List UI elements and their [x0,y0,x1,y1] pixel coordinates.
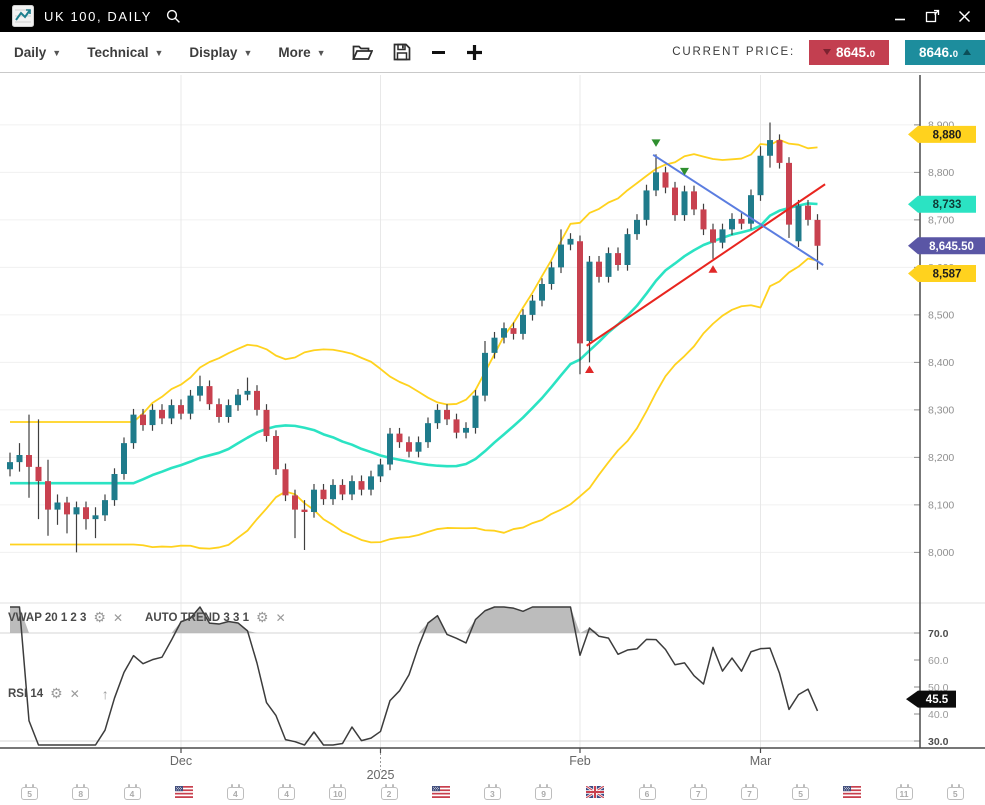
chevron-down-icon: ▼ [52,48,61,58]
menu-timeframe[interactable]: Daily ▼ [14,45,61,60]
calendar-event-icon[interactable]: 10 [329,787,346,800]
close-button[interactable] [955,7,973,25]
rsi-tick-label: 30.0 [928,736,949,748]
price-down-arrow-icon [823,49,831,55]
svg-text:8,880: 8,880 [933,129,962,141]
zoom-out-icon[interactable] [431,45,446,60]
calendar-event-icon[interactable]: 5 [792,787,809,800]
minimize-button[interactable] [891,7,909,25]
sell-signal-icon [652,139,661,147]
svg-text:45.5: 45.5 [926,694,949,706]
calendar-event-icon[interactable]: 7 [690,787,707,800]
chart-area[interactable]: 8,9008,8008,7008,6008,5008,4008,3008,200… [0,73,985,805]
axis-badge: 8,880 [908,126,976,143]
price-tick-label: 8,400 [928,357,954,369]
calendar-event-icon[interactable]: 4 [227,787,244,800]
auto-trend-settings-gear-icon[interactable]: ⚙ [256,609,269,626]
price-tick-label: 8,500 [928,310,954,322]
calendar-event-icon[interactable]: 5 [21,787,38,800]
calendar-event-icon[interactable]: 2 [381,787,398,800]
us-flag-icon [843,786,861,798]
price-tick-label: 8,700 [928,215,954,227]
candlesticks [7,123,821,553]
auto-trend-indicator-label: AUTO TREND 3 3 1 [145,612,249,624]
price-tick-label: 8,800 [928,167,954,179]
time-axis-label: Feb [569,754,591,768]
axis-badge: 8,733 [908,196,976,213]
rsi-tick-label: 60.0 [928,655,949,667]
calendar-event-icon[interactable]: 8 [72,787,89,800]
rsi-legend-row: RSI 14 ⚙ ✕ ↑ [8,685,109,702]
vwap-indicator-label: VWAP 20 1 2 3 [8,612,86,624]
popout-window-button[interactable] [923,7,941,25]
axis-badge: 8,645.50 [908,237,985,254]
menu-more-label: More [278,45,310,60]
instrument-title: UK 100, DAILY [44,9,152,24]
title-bar: UK 100, DAILY [0,0,985,32]
price-tick-label: 8,000 [928,547,954,559]
vwap-remove-icon[interactable]: ✕ [113,611,123,625]
axis-badge: 45.5 [906,691,956,708]
time-axis-label: Dec [170,754,192,768]
menu-display[interactable]: Display ▼ [189,45,252,60]
us-flag-event-icon[interactable] [175,785,193,803]
uk-flag-event-icon[interactable] [586,785,604,803]
chevron-down-icon: ▼ [243,48,252,58]
economic-events-row: 5 8 4 4 4 10 2 3 9 6 7 7 5 11 5 [0,782,985,805]
sell-signal-icon [680,168,689,176]
calendar-event-icon[interactable]: 7 [741,787,758,800]
rsi-settings-gear-icon[interactable]: ⚙ [50,685,63,702]
chevron-down-icon: ▼ [154,48,163,58]
svg-text:8,587: 8,587 [933,269,962,281]
svg-text:8,733: 8,733 [933,199,962,211]
menu-technical-label: Technical [87,45,148,60]
menu-timeframe-label: Daily [14,45,46,60]
svg-text:8,645.50: 8,645.50 [929,241,974,253]
calendar-event-icon[interactable]: 5 [947,787,964,800]
rsi-remove-icon[interactable]: ✕ [70,687,80,701]
price-up-arrow-icon [963,49,971,55]
price-tick-label: 8,300 [928,405,954,417]
price-tick-label: 8,100 [928,500,954,512]
menu-technical[interactable]: Technical ▼ [87,45,163,60]
app-logo-chart-icon [12,5,34,27]
rsi-move-up-icon[interactable]: ↑ [102,686,109,702]
auto-trend-remove-icon[interactable]: ✕ [276,611,286,625]
rsi-tick-label: 40.0 [928,709,949,721]
time-axis-label: 2025 [367,768,395,782]
buy-signal-icon [709,265,718,273]
time-axis-label: Mar [750,754,772,768]
price-tick-label: 8,200 [928,452,954,464]
search-icon[interactable] [166,9,181,24]
rsi-indicator-label: RSI 14 [8,688,43,700]
uk-flag-icon [586,786,604,798]
calendar-event-icon[interactable]: 11 [896,787,913,800]
buy-signal-icon [585,366,594,374]
sell-price-button[interactable]: 8645.0 [809,40,889,65]
save-icon[interactable] [393,43,411,61]
menu-more[interactable]: More ▼ [278,45,325,60]
calendar-event-icon[interactable]: 4 [124,787,141,800]
chart-toolbar: Daily ▼ Technical ▼ Display ▼ More ▼ [0,32,985,73]
calendar-event-icon[interactable]: 6 [639,787,656,800]
buy-price-button[interactable]: 8646.0 [905,40,985,65]
calendar-event-icon[interactable]: 9 [535,787,552,800]
us-flag-event-icon[interactable] [432,785,450,803]
calendar-event-icon[interactable]: 4 [278,787,295,800]
open-folder-icon[interactable] [352,44,373,61]
menu-display-label: Display [189,45,237,60]
chevron-down-icon: ▼ [317,48,326,58]
current-price-label: CURRENT PRICE: [672,46,795,58]
us-flag-icon [175,786,193,798]
price-chart-canvas[interactable]: 8,9008,8008,7008,6008,5008,4008,3008,200… [0,73,985,805]
calendar-event-icon[interactable]: 3 [484,787,501,800]
us-flag-icon [432,786,450,798]
us-flag-event-icon[interactable] [843,785,861,803]
vwap-settings-gear-icon[interactable]: ⚙ [93,609,106,626]
rsi-tick-label: 70.0 [928,628,949,640]
indicator-legend-row: VWAP 20 1 2 3 ⚙ ✕ AUTO TREND 3 3 1 ⚙ ✕ [8,609,286,626]
axis-badge: 8,587 [908,265,976,282]
zoom-in-icon[interactable] [466,44,483,61]
